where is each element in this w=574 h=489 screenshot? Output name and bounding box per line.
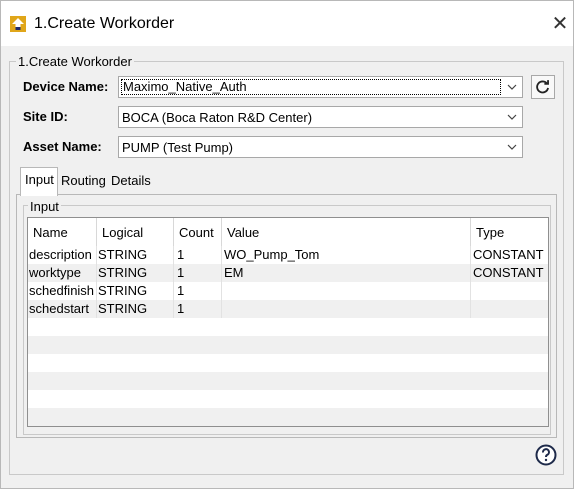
cell-count: 1 (174, 264, 222, 282)
cell-value[interactable]: WO_Pump_Tom (222, 246, 471, 264)
cell-type (471, 300, 548, 318)
empty-row (28, 408, 548, 426)
chevron-down-icon (507, 114, 517, 120)
input-group-title: Input (28, 199, 61, 214)
device-name-label: Device Name: (23, 79, 109, 94)
cell-count: 1 (174, 282, 222, 300)
asset-name-select[interactable]: PUMP (Test Pump) (118, 136, 523, 158)
column-header-logical[interactable]: Logical (97, 218, 174, 246)
empty-row (28, 390, 548, 408)
chevron-down-icon (507, 84, 517, 90)
cell-count: 1 (174, 246, 222, 264)
asset-name-value: PUMP (Test Pump) (122, 140, 234, 155)
empty-row (28, 354, 548, 372)
column-header-count[interactable]: Count (174, 218, 222, 246)
cell-value[interactable] (222, 282, 471, 300)
table-row[interactable]: schedfinish STRING 1 (28, 282, 548, 300)
cell-name: schedfinish (28, 282, 97, 300)
table-row[interactable]: schedstart STRING 1 (28, 300, 548, 318)
tab-input[interactable]: Input (20, 167, 58, 196)
empty-row (28, 318, 548, 336)
site-id-value: BOCA (Boca Raton R&D Center) (122, 110, 313, 125)
empty-row (28, 372, 548, 390)
cell-type (471, 282, 548, 300)
refresh-icon (536, 80, 549, 94)
cell-type: CONSTANT (473, 265, 544, 280)
cell-logical: STRING (97, 282, 174, 300)
input-table[interactable]: Name Logical Count Value Type descriptio… (27, 217, 549, 427)
cell-value[interactable]: EM (222, 264, 471, 282)
cell-logical: STRING (97, 246, 174, 264)
tab-details[interactable]: Details (107, 169, 153, 194)
asset-name-label: Asset Name: (23, 139, 102, 154)
cell-logical: STRING (97, 264, 174, 282)
column-header-value[interactable]: Value (222, 218, 471, 246)
cell-name: worktype (28, 264, 97, 282)
title-bar: 1.Create Workorder ✕ (1, 1, 573, 46)
table-row[interactable]: description STRING 1 WO_Pump_Tom CONSTAN… (28, 246, 548, 264)
refresh-button[interactable] (531, 75, 555, 99)
device-name-value: Maximo_Native_Auth (121, 79, 501, 95)
cell-type: CONSTANT (473, 247, 544, 262)
close-icon[interactable]: ✕ (545, 11, 574, 37)
tab-routing[interactable]: Routing (57, 169, 107, 194)
cell-name: schedstart (28, 300, 97, 318)
column-header-type[interactable]: Type (471, 218, 548, 246)
cell-value[interactable] (222, 300, 471, 318)
column-header-name[interactable]: Name (28, 218, 97, 246)
site-id-select[interactable]: BOCA (Boca Raton R&D Center) (118, 106, 523, 128)
empty-row (28, 336, 548, 354)
group-title: 1.Create Workorder (16, 54, 134, 69)
table-row[interactable]: worktype STRING 1 EM CONSTANT (28, 264, 548, 282)
chevron-down-icon (507, 144, 517, 150)
window-title: 1.Create Workorder (34, 15, 175, 32)
site-id-label: Site ID: (23, 109, 68, 124)
cell-count: 1 (174, 300, 222, 318)
cell-logical: STRING (97, 300, 174, 318)
cell-name: description (28, 246, 97, 264)
device-name-select[interactable]: Maximo_Native_Auth (118, 76, 523, 98)
help-icon[interactable] (535, 444, 557, 466)
app-logo-icon (10, 16, 26, 32)
